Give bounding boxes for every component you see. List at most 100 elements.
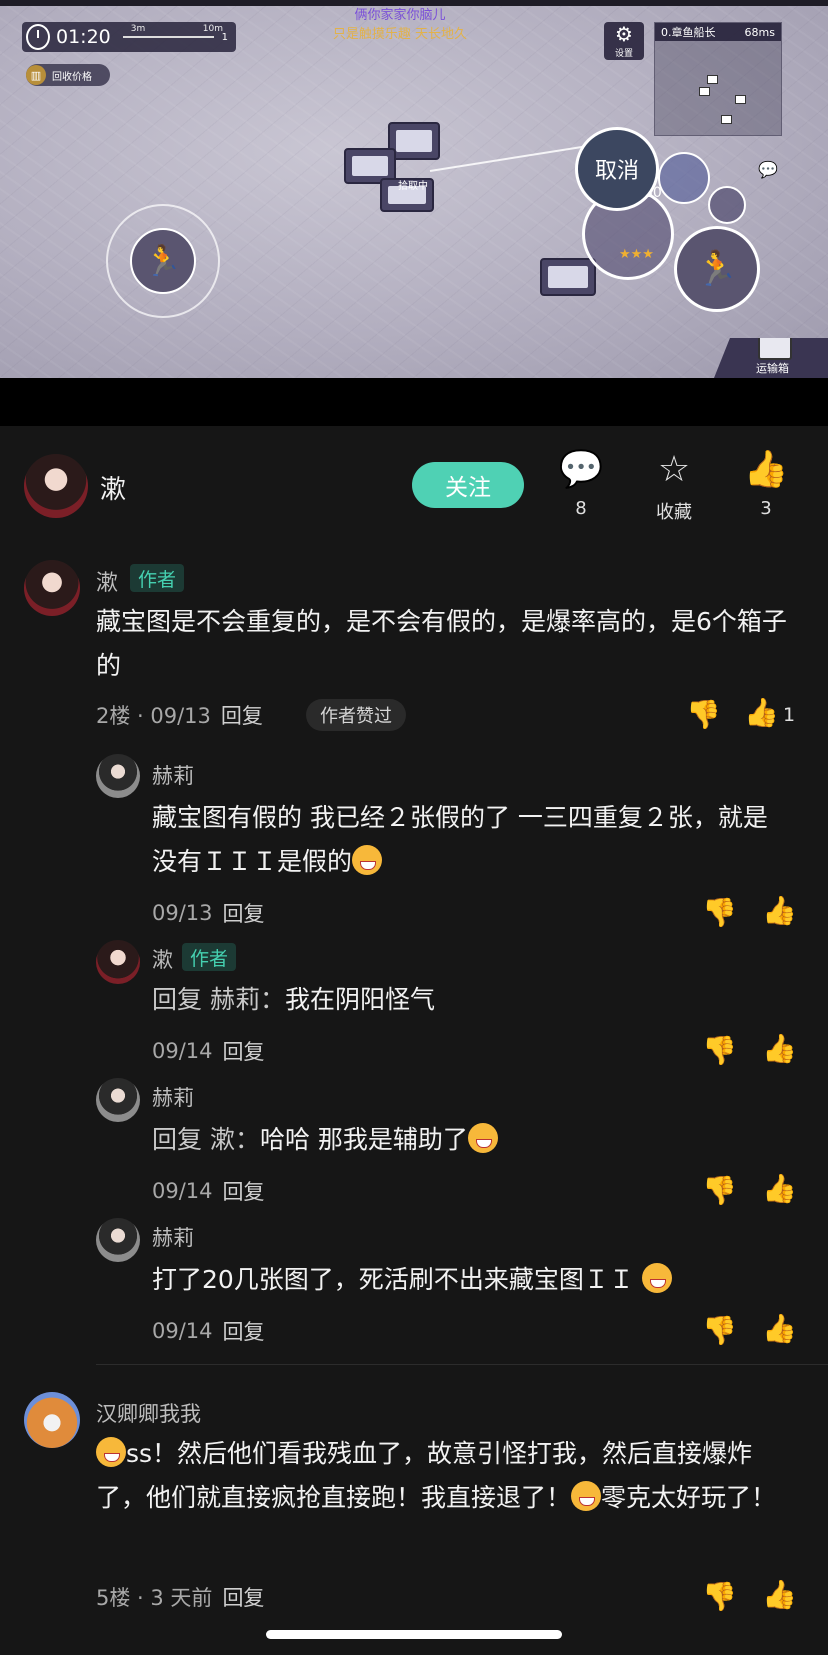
- like-count: 3: [760, 498, 772, 519]
- thumbs-up-icon[interactable]: 👍: [762, 894, 797, 927]
- aim-line: [429, 144, 589, 172]
- loot-crate[interactable]: [540, 258, 596, 296]
- minimap-header: 0.章鱼船长 68ms: [655, 23, 781, 41]
- commenter-name[interactable]: 赫莉: [152, 760, 194, 790]
- comment-meta: 2楼 · 09/13 回复: [96, 700, 263, 730]
- thumbs-up-icon[interactable]: 👍: [762, 1312, 797, 1345]
- commenter-avatar[interactable]: [24, 560, 80, 616]
- like-stat[interactable]: 👍 3: [731, 450, 801, 520]
- comment-stat[interactable]: 💬 8: [546, 449, 616, 520]
- author-avatar[interactable]: [24, 454, 88, 518]
- sprint-button[interactable]: 🏃: [674, 226, 760, 312]
- skill-button[interactable]: [658, 152, 710, 204]
- reply-button[interactable]: 回复: [223, 898, 265, 928]
- chat-icon[interactable]: 💬: [758, 160, 778, 179]
- commenter-name[interactable]: 漱: [152, 944, 173, 974]
- dislike-icon[interactable]: 👍: [686, 698, 721, 731]
- commenter-avatar[interactable]: [24, 1392, 80, 1448]
- author-tag: 作者: [182, 943, 237, 971]
- reply-button[interactable]: 回复: [222, 1582, 264, 1612]
- comment-text: 藏宝图是不会重复的，是不会有假的，是爆率高的，是6个箱子的: [96, 607, 787, 680]
- author-praised-badge: 作者赞过: [306, 699, 406, 731]
- banner-line-1: 俩你家家你脑儿: [354, 8, 446, 23]
- comment-text: 藏宝图有假的 我已经２张假的了 一三四重复２张，就是没有ＩＩＩ是假的: [152, 796, 792, 884]
- settings-button[interactable]: ⚙ 设置: [604, 22, 644, 60]
- dislike-icon[interactable]: 👍: [702, 1174, 737, 1207]
- favorite-label: 收藏: [656, 502, 692, 523]
- commenter-avatar[interactable]: [96, 1078, 140, 1122]
- sprint-icon: 🏃: [695, 249, 739, 289]
- recycle-price-button[interactable]: ▥ 回收价格: [26, 64, 110, 86]
- comment-time: 09/14: [152, 1039, 213, 1063]
- comment-text: ss！然后他们看我残血了，故意引怪打我，然后直接爆炸了，他们就直接疯抢直接跑！我…: [96, 1432, 796, 1520]
- match-timer: 01:20 3m 10m 1: [22, 22, 236, 52]
- comment-body: 我在阴阳怪气: [284, 985, 435, 1014]
- home-indicator[interactable]: [266, 1630, 562, 1639]
- comment-meta: 09/13 回复: [152, 898, 265, 928]
- follow-button[interactable]: 关注: [412, 462, 524, 508]
- reply-button[interactable]: 回复: [223, 1036, 265, 1066]
- thumbs-up-icon[interactable]: 👍: [762, 1172, 797, 1205]
- grin-emoji-icon: [467, 1123, 498, 1153]
- comment-body-2: 零克太好玩了！: [601, 1483, 777, 1512]
- distance-track: 3m 10m: [122, 24, 223, 38]
- thumbs-up-icon[interactable]: 👍: [744, 696, 779, 729]
- gear-icon: ⚙: [615, 22, 633, 46]
- minimap-marker: [721, 115, 732, 124]
- comment-text: 打了20几张图了，死活刷不出来藏宝图ＩＩ: [152, 1258, 792, 1302]
- reply-prefix: 回复 漱：: [152, 1125, 260, 1154]
- minimap-title: 0.章鱼船长: [661, 26, 716, 39]
- author-name[interactable]: 漱: [100, 469, 126, 506]
- author-tag: 作者: [130, 564, 185, 592]
- comment-body: 哈哈 那我是辅助了: [259, 1125, 468, 1154]
- reply-prefix: 回复 赫莉：: [152, 985, 285, 1014]
- star-icon: ☆: [657, 449, 691, 490]
- reply-button[interactable]: 回复: [223, 1176, 265, 1206]
- commenter-name[interactable]: 漱: [96, 565, 118, 597]
- comment-icon: 💬: [558, 449, 604, 490]
- commenter-name[interactable]: 赫莉: [152, 1082, 194, 1112]
- banner-line-2: 只是触摸乐趣 天长地久: [332, 27, 468, 42]
- movement-joystick[interactable]: 🏃: [106, 204, 220, 318]
- dislike-icon[interactable]: 👍: [702, 1314, 737, 1347]
- dislike-icon[interactable]: 👍: [702, 1034, 737, 1067]
- reply-button[interactable]: 回复: [221, 700, 263, 730]
- reply-button[interactable]: 回复: [223, 1316, 265, 1346]
- ping-value: 68ms: [744, 25, 775, 39]
- grin-emoji-icon: [641, 1263, 672, 1293]
- comment-time: 09/13: [152, 901, 213, 925]
- commenter-name[interactable]: 赫莉: [152, 1222, 194, 1252]
- floor-time: 2楼 · 09/13: [96, 704, 211, 728]
- commenter-avatar[interactable]: [96, 754, 140, 798]
- cancel-button[interactable]: 取消: [575, 127, 659, 211]
- game-screenshot: 01:20 3m 10m 1 ▥ 回收价格 俩你家家你脑儿 只是触摸乐趣 天长地…: [0, 0, 828, 378]
- run-icon: 🏃: [130, 228, 196, 294]
- minimap-marker: [735, 95, 746, 104]
- transport-box-button[interactable]: 运输箱: [714, 338, 828, 378]
- track-tick-10m: 10m: [202, 24, 223, 34]
- settings-label: 设置: [614, 49, 633, 59]
- watermark-banner: 俩你家家你脑儿 只是触摸乐趣 天长地久: [300, 6, 500, 44]
- dislike-icon[interactable]: 👍: [702, 1580, 737, 1613]
- thumbs-up-icon[interactable]: 👍: [762, 1578, 797, 1611]
- dislike-icon[interactable]: 👍: [702, 896, 737, 929]
- comment-body: 打了20几张图了，死活刷不出来藏宝图ＩＩ: [152, 1265, 634, 1294]
- reload-icon[interactable]: [708, 186, 746, 224]
- divider: [96, 1364, 828, 1365]
- comment-time: 09/14: [152, 1319, 213, 1343]
- comment-time: 09/14: [152, 1179, 213, 1203]
- commenter-avatar[interactable]: [96, 1218, 140, 1262]
- comment-meta: 09/14 回复: [152, 1176, 265, 1206]
- comment-meta: 09/14 回复: [152, 1316, 265, 1346]
- weapon-stars: ★★★: [619, 247, 654, 262]
- minimap[interactable]: 0.章鱼船长 68ms: [654, 22, 782, 136]
- thumbs-up-icon[interactable]: 👍: [762, 1032, 797, 1065]
- minimap-marker: [699, 87, 710, 96]
- drool-emoji-icon: [571, 1481, 602, 1511]
- grin-emoji-icon: [352, 845, 383, 875]
- chart-icon: ▥: [26, 65, 46, 85]
- commenter-avatar[interactable]: [96, 940, 140, 984]
- favorite-stat[interactable]: ☆ 收藏: [639, 450, 709, 524]
- commenter-name[interactable]: 汉卿卿我我: [96, 1398, 201, 1428]
- image-letterbox: [0, 378, 828, 426]
